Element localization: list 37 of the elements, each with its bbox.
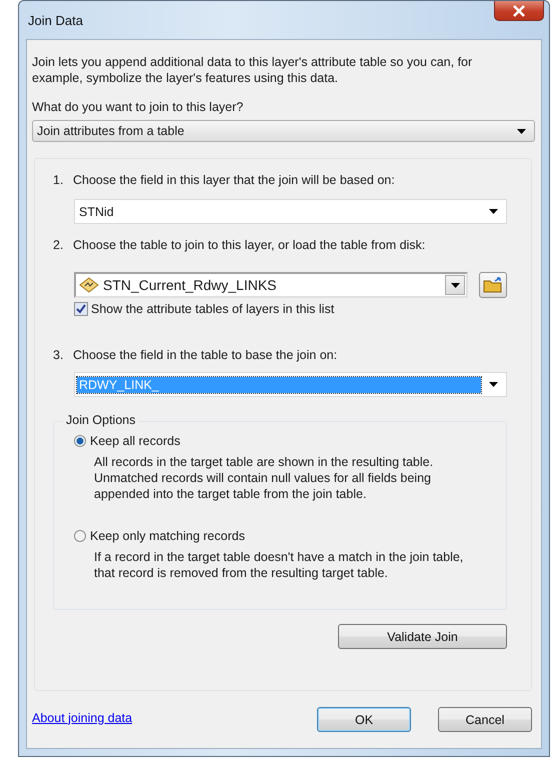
dropdown-arrow-icon xyxy=(517,128,526,134)
step-label: Choose the table to join to this layer, or load the table from disk: xyxy=(73,238,426,252)
cancel-button[interactable]: Cancel xyxy=(438,707,532,732)
step-label: Choose the field in the table to base the join on: xyxy=(73,348,338,362)
radio-label: Keep only matching records xyxy=(90,529,245,543)
window-title: Join Data xyxy=(27,12,83,28)
intro-text: Join lets you append additional data to this layer's attribute table so you can, for example, symbolize the layer's features using this data. xyxy=(32,54,474,86)
dropdown-button[interactable] xyxy=(445,275,466,295)
dropdown-arrow-icon xyxy=(489,382,498,387)
checkbox[interactable] xyxy=(74,302,88,316)
step-label: Choose the field in this layer that the join will be based on: xyxy=(73,173,395,187)
folder-icon xyxy=(483,277,504,293)
ok-button[interactable]: OK xyxy=(317,707,411,732)
close-icon xyxy=(512,4,526,16)
checkbox-label: Show the attribute tables of layers in this list xyxy=(91,302,334,316)
validate-join-button[interactable]: Validate Join xyxy=(338,624,507,649)
step-number: 2. xyxy=(53,238,64,252)
dropdown-arrow-icon xyxy=(489,209,498,214)
layer-field-dropdown[interactable]: STNid xyxy=(74,199,507,224)
question-label: What do you want to join to this layer? xyxy=(32,100,244,114)
step-number: 3. xyxy=(53,348,64,362)
step-number: 1. xyxy=(53,173,64,187)
group-title: Join Options xyxy=(63,413,138,427)
radio-button[interactable] xyxy=(74,530,86,542)
radio-label: Keep all records xyxy=(90,434,180,448)
table-layer-icon xyxy=(79,277,99,293)
close-button[interactable] xyxy=(494,1,544,21)
option-description: All records in the target table are shown in the resulting table. Unmatched records will contain null values for all fields being appended into the target table from the join table. xyxy=(94,454,434,502)
open-folder-button[interactable] xyxy=(479,272,507,298)
radio-button[interactable] xyxy=(74,435,86,447)
checkmark-icon xyxy=(76,304,86,314)
table-dropdown[interactable]: STN_Current_Rdwy_LINKS xyxy=(74,272,468,298)
field-value: RDWY_LINK_ xyxy=(77,376,481,392)
option-description: If a record in the target table doesn't have a match in the join table, that record is removed from the resulting target table. xyxy=(94,549,464,581)
join-type-dropdown[interactable]: Join attributes from a table xyxy=(32,120,535,142)
help-link[interactable]: About joining data xyxy=(32,710,132,724)
dropdown-arrow-icon xyxy=(450,282,460,288)
